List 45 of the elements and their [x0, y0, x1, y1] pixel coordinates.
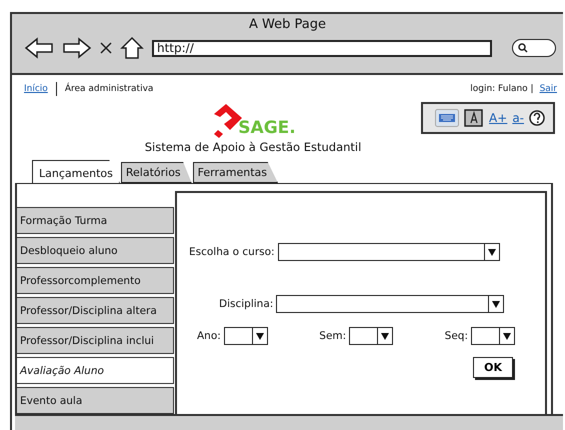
- window-title: A Web Page: [248, 16, 327, 32]
- sidebar-item[interactable]: Avaliação Aluno: [17, 357, 174, 384]
- search-field[interactable]: [512, 39, 556, 57]
- ok-button[interactable]: OK: [473, 357, 513, 378]
- sidebar-item[interactable]: Desbloqueio aluno: [17, 237, 174, 264]
- sidebar-item[interactable]: Professor/Disciplina altera: [17, 297, 174, 324]
- field-label: Escolha o curso:: [189, 246, 275, 258]
- sidebar-item[interactable]: Professor/Disciplina inclui: [17, 327, 174, 354]
- forward-icon[interactable]: [62, 37, 92, 59]
- tab[interactable]: Ferramentas: [192, 162, 278, 183]
- small-dropdown[interactable]: [470, 327, 515, 345]
- search-icon: [518, 43, 528, 53]
- tab[interactable]: Relatórios: [120, 162, 192, 183]
- small-dropdown[interactable]: [349, 327, 394, 345]
- sidebar-item[interactable]: Formação Turma: [17, 207, 174, 234]
- small-dropdown[interactable]: [224, 327, 268, 345]
- dropdown-arrow-icon: [381, 332, 390, 340]
- home-icon[interactable]: [120, 36, 144, 60]
- logout-link[interactable]: Sair: [540, 84, 557, 94]
- dropdown-arrow-icon: [502, 332, 511, 340]
- address-field[interactable]: http://: [152, 40, 492, 56]
- section-title: Área administrativa: [64, 84, 154, 94]
- font-increase-link[interactable]: A+: [489, 111, 508, 125]
- close-icon[interactable]: [100, 42, 112, 54]
- sidebar-item[interactable]: Evento aula: [17, 387, 174, 414]
- home-link[interactable]: Início: [24, 84, 48, 94]
- logo-text: SAGE.: [238, 118, 296, 138]
- keyboard-icon[interactable]: [435, 109, 460, 127]
- help-icon[interactable]: [529, 110, 545, 126]
- login-text: login: Fulano |: [470, 84, 534, 94]
- discipline-dropdown[interactable]: [276, 295, 504, 313]
- field-label: Seq:: [444, 330, 468, 342]
- field-label: Ano:: [197, 330, 221, 342]
- app-subtitle: Sistema de Apoio à Gestão Estudantil: [144, 140, 362, 154]
- course-dropdown[interactable]: [278, 243, 500, 261]
- sidebar-item[interactable]: Professorcomplemento: [17, 267, 174, 294]
- contrast-icon[interactable]: [464, 109, 484, 127]
- field-label: Disciplina:: [219, 298, 274, 310]
- font-decrease-link[interactable]: a-: [512, 111, 524, 125]
- dropdown-arrow-icon: [488, 248, 496, 256]
- dropdown-arrow-icon: [256, 332, 264, 340]
- back-icon[interactable]: [24, 37, 54, 59]
- dropdown-arrow-icon: [492, 300, 500, 308]
- tab[interactable]: Lançamentos: [32, 160, 120, 183]
- field-label: Sem:: [319, 330, 346, 342]
